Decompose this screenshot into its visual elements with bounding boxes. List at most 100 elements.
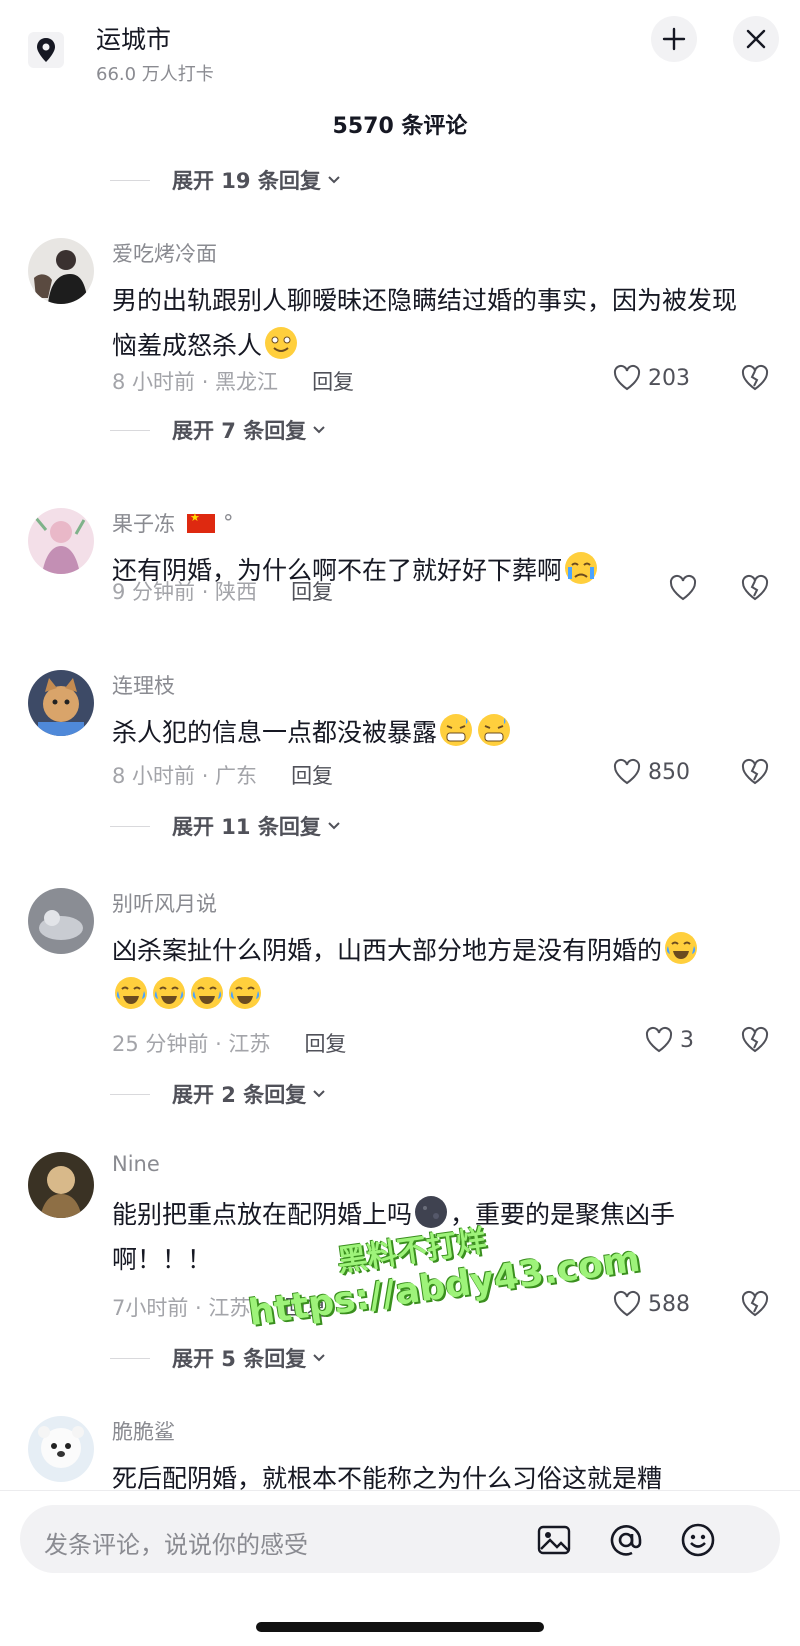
- comment-meta: 7小时前 · 江苏 回复: [112, 1292, 326, 1322]
- comment-text-body: 男的出轨跟别人聊暧昧还隐瞒结过婚的事实，因为被发现恼羞成怒杀人: [112, 286, 738, 360]
- comment-input-placeholder: 发条评论，说说你的感受: [44, 1531, 308, 1559]
- comment-text: 死后配阴婚，就根本不能称之为什么习俗这就是糟: [112, 1464, 663, 1493]
- mention-icon: [610, 1525, 642, 1556]
- username[interactable]: 别听风月说: [112, 888, 217, 918]
- mention-button[interactable]: [608, 1522, 644, 1558]
- username[interactable]: 连理枝: [112, 670, 175, 700]
- expand-label: 展开 19 条回复: [172, 169, 321, 193]
- like-button[interactable]: 850: [612, 758, 690, 786]
- chevron-down-icon: [313, 426, 325, 434]
- location-pin-icon: [28, 32, 64, 68]
- like-button[interactable]: 3: [644, 1026, 694, 1054]
- username[interactable]: 脆脆鲨: [112, 1416, 175, 1446]
- smile-emoji-icon: [265, 327, 298, 359]
- collapse-button[interactable]: [651, 16, 697, 62]
- comment-text: 能别把重点放在配阴婚上吗 ，重要的是聚焦凶手 啊！！！: [112, 1192, 752, 1282]
- avatar[interactable]: [28, 670, 94, 736]
- close-icon: [746, 29, 766, 49]
- dislike-button[interactable]: [740, 758, 770, 790]
- chevron-down-icon: [328, 822, 340, 830]
- home-indicator: [256, 1622, 544, 1632]
- like-button[interactable]: 203: [612, 364, 690, 392]
- comment-meta: 9 分钟前 · 陕西 回复: [112, 576, 333, 606]
- avatar[interactable]: [28, 1416, 94, 1482]
- avatar[interactable]: [28, 508, 94, 574]
- broken-heart-icon: [741, 1026, 769, 1053]
- like-count: 588: [648, 1291, 690, 1317]
- time-location: 8 小时前 · 黑龙江: [112, 370, 279, 394]
- broken-heart-icon: [741, 364, 769, 391]
- avatar[interactable]: [28, 1152, 94, 1218]
- comment-text-body: 杀人犯的信息一点都没被暴露: [112, 718, 438, 747]
- input-divider: [0, 1490, 800, 1491]
- reply-button[interactable]: 回复: [291, 760, 333, 790]
- username[interactable]: 爱吃烤冷面: [112, 238, 217, 268]
- comment-text-body: 能别把重点放在配阴婚上吗: [112, 1200, 413, 1229]
- heart-icon: [645, 1026, 673, 1053]
- like-button[interactable]: [668, 574, 704, 602]
- broken-heart-icon: [741, 1290, 769, 1317]
- username-suffix: °: [223, 511, 234, 535]
- like-count: 3: [680, 1027, 694, 1053]
- reply-button[interactable]: 回复: [284, 1292, 326, 1322]
- dislike-button[interactable]: [740, 1026, 770, 1058]
- reply-button[interactable]: 回复: [312, 366, 354, 396]
- heart-icon: [669, 574, 697, 601]
- reply-button[interactable]: 回复: [304, 1028, 346, 1058]
- comment-text: 杀人犯的信息一点都没被暴露: [112, 710, 752, 755]
- expand-replies-button[interactable]: 展开 19 条回复: [110, 162, 341, 198]
- dislike-button[interactable]: [740, 1290, 770, 1322]
- avatar[interactable]: [28, 238, 94, 304]
- dislike-button[interactable]: [740, 574, 770, 606]
- divider-line: [110, 1093, 150, 1095]
- divider-line: [110, 825, 150, 827]
- dark-moon-emoji-icon: [415, 1196, 448, 1228]
- like-count: 850: [648, 759, 690, 785]
- chevron-down-icon: [328, 176, 340, 184]
- crying-emoji-icon: [565, 552, 598, 584]
- emoji-button[interactable]: [680, 1522, 716, 1558]
- divider-line: [110, 1357, 150, 1359]
- image-button[interactable]: [536, 1522, 572, 1558]
- time-location: 7小时前 · 江苏: [112, 1296, 251, 1320]
- laugh-cry-emoji-icon: [229, 977, 261, 1009]
- username[interactable]: Nine: [112, 1152, 160, 1176]
- broken-heart-icon: [741, 574, 769, 601]
- grimace-sweat-emoji-icon: [440, 714, 473, 746]
- comment-text: 男的出轨跟别人聊暧昧还隐瞒结过婚的事实，因为被发现恼羞成怒杀人: [112, 278, 752, 368]
- laugh-cry-emoji-icon: [115, 977, 147, 1009]
- dislike-button[interactable]: [740, 364, 770, 396]
- laugh-cry-emoji-icon: [153, 977, 185, 1009]
- username[interactable]: 果子冻: [112, 508, 175, 538]
- laugh-cry-emoji-icon: [665, 932, 698, 964]
- reply-button[interactable]: 回复: [291, 576, 333, 606]
- comment-input[interactable]: 发条评论，说说你的感受: [20, 1505, 780, 1573]
- time-location: 8 小时前 · 广东: [112, 764, 258, 788]
- comment-count: 5570 条评论: [332, 114, 468, 139]
- expand-replies-button[interactable]: 展开 11 条回复: [110, 808, 341, 844]
- expand-label: 展开 5 条回复: [172, 1347, 307, 1371]
- collapse-icon: [662, 27, 686, 51]
- expand-replies-button[interactable]: 展开 5 条回复: [110, 1340, 326, 1376]
- grimace-sweat-emoji-icon: [478, 714, 511, 746]
- comment-meta: 8 小时前 · 广东 回复: [112, 760, 333, 790]
- expand-replies-button[interactable]: 展开 7 条回复: [110, 412, 326, 448]
- username-row: 果子冻 °: [112, 508, 234, 538]
- expand-replies-button[interactable]: 展开 2 条回复: [110, 1076, 326, 1112]
- broken-heart-icon: [741, 758, 769, 785]
- avatar[interactable]: [28, 888, 94, 954]
- heart-icon: [613, 758, 641, 785]
- location-title[interactable]: 运城市: [96, 20, 171, 56]
- checkin-count: 66.0 万人打卡: [96, 64, 214, 85]
- image-icon: [537, 1525, 571, 1555]
- like-button[interactable]: 588: [612, 1290, 690, 1318]
- time-location: 9 分钟前 · 陕西: [112, 580, 258, 604]
- header: 运城市 66.0 万人打卡: [0, 0, 800, 100]
- expand-label: 展开 7 条回复: [172, 419, 307, 443]
- laugh-cry-emoji-icon: [191, 977, 223, 1009]
- expand-label: 展开 11 条回复: [172, 815, 321, 839]
- close-button[interactable]: [733, 16, 779, 62]
- comment-text-body: 凶杀案扯什么阴婚，山西大部分地方是没有阴婚的: [112, 936, 663, 965]
- chevron-down-icon: [313, 1090, 325, 1098]
- china-flag-icon: [187, 511, 215, 533]
